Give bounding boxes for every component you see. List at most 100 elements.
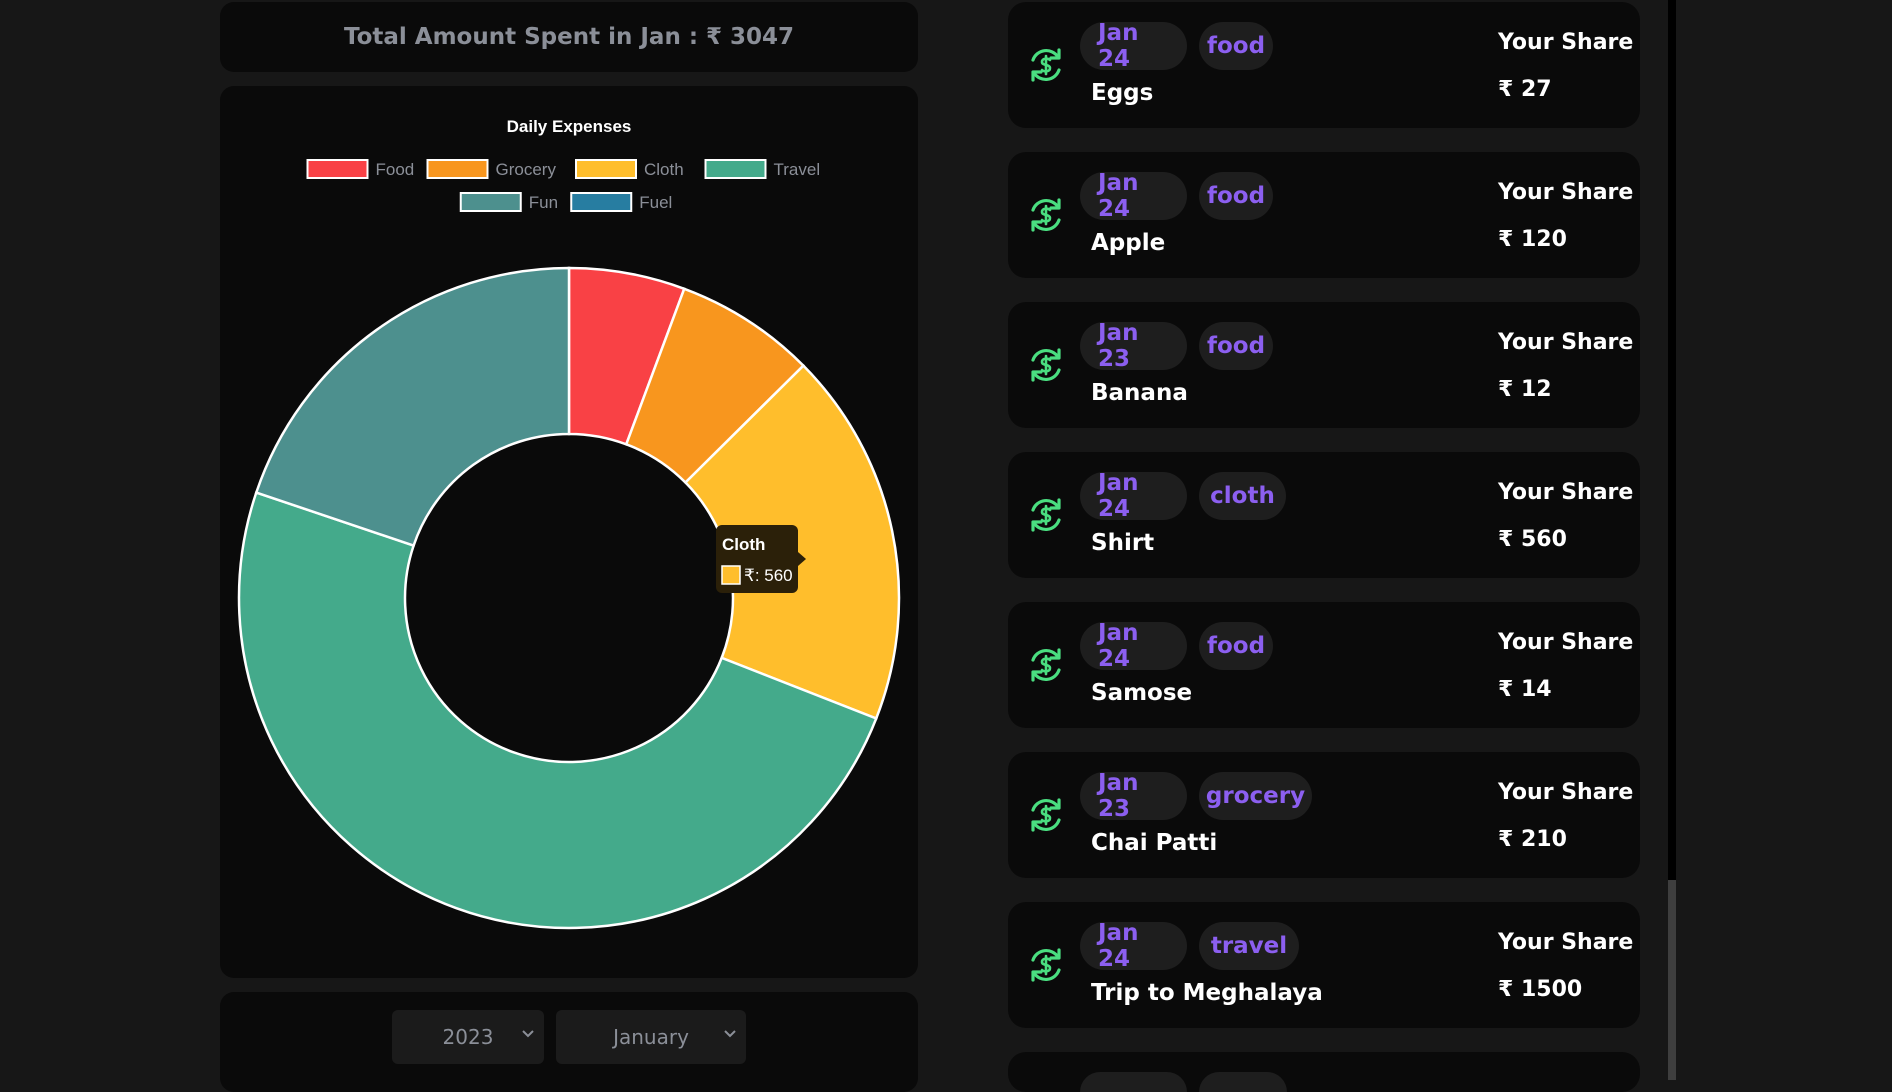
transaction-card[interactable]: Jan 24 food Apple Your Share ₹ 120 [1008, 152, 1640, 278]
month-select-value: January [613, 1025, 689, 1049]
legend-label: Food [376, 160, 415, 179]
currency-exchange-icon [1031, 648, 1061, 682]
total-spent-label: Total Amount Spent in Jan : ₹ 3047 [343, 24, 795, 50]
your-share-label: Your Share [1498, 180, 1634, 205]
category-tag-label: grocery [1205, 783, 1306, 809]
date-tag: Jan 24 [1080, 470, 1187, 522]
transaction-title: Samose [1091, 680, 1193, 706]
category-tag-label: cloth [1210, 483, 1275, 509]
date-tag: Jan 23 [1080, 320, 1187, 372]
legend-swatch [575, 159, 637, 179]
total-spent-card: Total Amount Spent in Jan : ₹ 3047 [220, 2, 918, 72]
tooltip-label: ₹: 560 [744, 566, 793, 585]
date-tag-label: Jan 23 [1098, 770, 1139, 822]
chart-card: Daily Expenses Food Grocery Cloth Travel Fun F… [220, 86, 918, 978]
share-amount: ₹ 14 [1498, 677, 1552, 702]
transaction-title: Chai Patti [1091, 830, 1218, 856]
chart-title: Daily Expenses [507, 117, 632, 136]
legend-item-fuel[interactable]: Fuel [570, 192, 672, 212]
category-tag: cloth [1199, 472, 1286, 520]
legend-label: Fuel [639, 193, 672, 212]
date-tag: Jan 24 [1080, 920, 1187, 972]
legend-label: Cloth [644, 160, 684, 179]
category-tag: grocery [1199, 772, 1312, 820]
date-tag [1080, 1072, 1187, 1092]
date-tag: Jan 23 [1080, 770, 1187, 822]
legend-label: Travel [774, 160, 821, 179]
category-tag-label: travel [1210, 933, 1288, 959]
transaction-card[interactable]: Jan 24 food Eggs Your Share ₹ 27 [1008, 2, 1640, 128]
legend-swatch [426, 159, 489, 179]
category-tag-label: food [1206, 333, 1266, 359]
month-select[interactable]: January [556, 1010, 746, 1064]
share-amount: ₹ 560 [1498, 527, 1567, 552]
daily-expenses-chart: Daily Expenses Food Grocery Cloth Travel Fun F… [237, 117, 901, 930]
legend-item-grocery[interactable]: Grocery [426, 159, 557, 179]
transaction-card[interactable]: Jan 23 grocery Chai Patti Your Share ₹ 210 [1008, 752, 1640, 878]
date-tag-label: Jan 24 [1098, 20, 1139, 72]
filter-card: 2023 January [220, 992, 918, 1092]
scrollbar-thumb[interactable] [1668, 880, 1676, 1080]
share-amount: ₹ 210 [1498, 827, 1567, 852]
category-tag: food [1199, 172, 1273, 220]
chart-tooltip: Cloth ₹: 560 [716, 525, 806, 593]
category-tag [1199, 1072, 1287, 1092]
share-amount: ₹ 12 [1498, 377, 1552, 402]
date-tag-label: Jan 24 [1098, 470, 1139, 522]
date-tag: Jan 24 [1080, 170, 1187, 222]
transaction-title: Banana [1091, 380, 1188, 406]
legend-item-travel[interactable]: Travel [704, 159, 821, 179]
your-share-label: Your Share [1498, 480, 1634, 505]
currency-exchange-icon [1031, 498, 1061, 532]
share-amount: ₹ 27 [1498, 77, 1552, 102]
your-share-label: Your Share [1498, 30, 1634, 55]
tooltip-swatch [721, 565, 741, 585]
share-amount: ₹ 1500 [1498, 977, 1583, 1002]
transaction-card[interactable]: Jan 23 food Banana Your Share ₹ 12 [1008, 302, 1640, 428]
legend-swatch [306, 159, 369, 179]
year-select-value: 2023 [442, 1025, 494, 1049]
legend-item-cloth[interactable]: Cloth [575, 159, 684, 179]
your-share-label: Your Share [1498, 630, 1634, 655]
date-tag: Jan 24 [1080, 20, 1187, 72]
currency-exchange-icon [1031, 348, 1061, 382]
category-tag-label: food [1206, 633, 1266, 659]
legend-item-food[interactable]: Food [306, 159, 415, 179]
date-tag-label: Jan 24 [1098, 920, 1139, 972]
legend-swatch [704, 159, 767, 179]
transaction-card[interactable]: Jan 24 food Samose Your Share ₹ 14 [1008, 602, 1640, 728]
legend-label: Fun [529, 193, 558, 212]
your-share-label: Your Share [1498, 780, 1634, 805]
transaction-card[interactable] [1008, 1052, 1640, 1092]
transaction-card[interactable]: Jan 24 cloth Shirt Your Share ₹ 560 [1008, 452, 1640, 578]
slice-fun[interactable] [254, 266, 571, 548]
your-share-label: Your Share [1498, 930, 1634, 955]
legend-label: Grocery [496, 160, 557, 179]
category-tag: food [1199, 622, 1273, 670]
tooltip-title: Cloth [722, 535, 765, 554]
year-select[interactable]: 2023 [392, 1010, 544, 1064]
date-tag-label: Jan 23 [1098, 320, 1139, 372]
currency-exchange-icon [1031, 798, 1061, 832]
transaction-card[interactable]: Jan 24 travel Trip to Meghalaya Your Share ₹… [1008, 902, 1640, 1028]
transaction-title: Shirt [1091, 530, 1155, 556]
category-tag-label: food [1206, 33, 1266, 59]
chevron-down-icon [522, 1030, 534, 1038]
legend-swatch [570, 192, 633, 212]
date-tag-label: Jan 24 [1098, 620, 1139, 672]
scrollbar[interactable] [1668, 0, 1676, 1080]
currency-exchange-icon [1031, 48, 1061, 82]
category-tag: travel [1199, 922, 1299, 970]
transaction-title: Eggs [1091, 80, 1154, 106]
transaction-title: Apple [1091, 230, 1166, 256]
your-share-label: Your Share [1498, 330, 1634, 355]
date-tag-label: Jan 24 [1098, 170, 1139, 222]
share-amount: ₹ 120 [1498, 227, 1567, 252]
category-tag-label: food [1206, 183, 1266, 209]
date-tag: Jan 24 [1080, 620, 1187, 672]
legend-swatch [459, 192, 522, 212]
transaction-title: Trip to Meghalaya [1091, 980, 1323, 1006]
legend-item-fun[interactable]: Fun [459, 192, 558, 212]
category-tag: food [1199, 22, 1273, 70]
currency-exchange-icon [1031, 198, 1061, 232]
